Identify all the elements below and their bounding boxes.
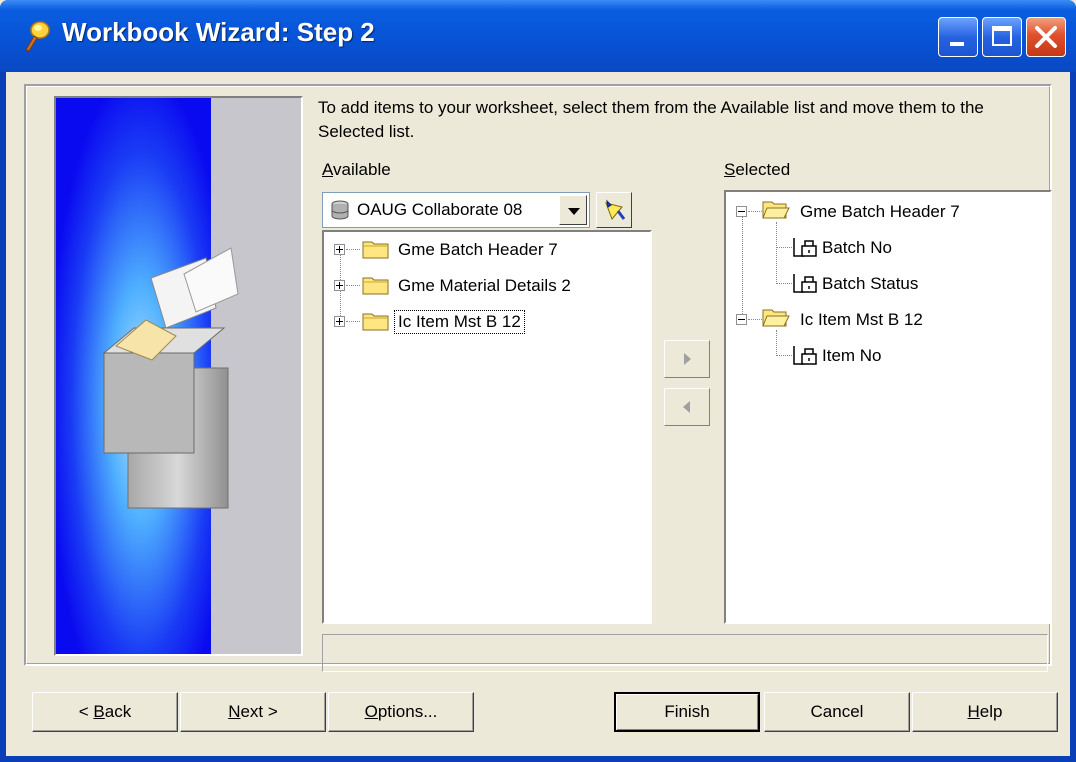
minimize-button[interactable] — [938, 17, 978, 57]
wizard-illustration — [54, 96, 303, 656]
minimize-icon — [950, 42, 964, 46]
instructions-text: To add items to your worksheet, select t… — [318, 98, 984, 141]
remove-from-selected-button[interactable] — [664, 388, 710, 426]
tree-node-selected-folder-1[interactable]: Gme Batch Header 7 — [726, 198, 1044, 226]
tree-item-selected-2[interactable]: Batch Status — [726, 270, 1044, 298]
find-items-button[interactable] — [596, 192, 632, 228]
tree-item-selected-3[interactable]: Item No — [726, 342, 1044, 370]
next-button[interactable]: Next > — [180, 692, 326, 732]
business-area-value: OAUG Collaborate 08 — [357, 200, 523, 219]
expand-icon[interactable] — [334, 280, 345, 291]
wizard-window: Workbook Wizard: Step 2 To add items to … — [0, 0, 1076, 762]
chevron-down-icon[interactable] — [559, 195, 587, 225]
flashlight-icon — [605, 199, 626, 220]
collapse-icon[interactable] — [736, 314, 747, 325]
dialog-body: To add items to your worksheet, select t… — [6, 72, 1070, 756]
item-icon — [793, 346, 817, 365]
open-folder-icon — [762, 309, 790, 327]
maximize-button[interactable] — [982, 17, 1022, 57]
close-icon — [1035, 26, 1057, 48]
folder-icon — [362, 313, 389, 331]
selected-tree[interactable]: Gme Batch Header 7 Batch No Batch Status… — [724, 190, 1052, 624]
expand-icon[interactable] — [334, 244, 345, 255]
expand-icon[interactable] — [334, 316, 345, 327]
selected-label: Selected — [724, 160, 791, 179]
folder-icon — [362, 241, 389, 259]
status-bar — [322, 634, 1048, 672]
finish-button[interactable]: Finish — [614, 692, 760, 732]
database-icon — [331, 200, 349, 220]
title-bar[interactable]: Workbook Wizard: Step 2 — [0, 0, 1076, 72]
available-tree[interactable]: Gme Batch Header 7 Gme Material Details … — [322, 230, 652, 624]
back-button[interactable]: < Back — [32, 692, 178, 732]
arrow-right-icon — [684, 353, 691, 365]
tree-item-selected-1[interactable]: Batch No — [726, 234, 1044, 262]
close-button[interactable] — [1026, 17, 1066, 57]
item-icon — [793, 274, 817, 293]
file-cabinet-image — [56, 98, 301, 654]
item-icon — [793, 238, 817, 257]
collapse-icon[interactable] — [736, 206, 747, 217]
tree-node-selected-folder-2[interactable]: Ic Item Mst B 12 — [726, 306, 1044, 334]
tree-node-available-1[interactable]: Gme Batch Header 7 — [324, 236, 644, 264]
tree-node-available-3[interactable]: Ic Item Mst B 12 — [324, 308, 644, 336]
add-to-selected-button[interactable] — [664, 340, 710, 378]
options-button[interactable]: Options... — [328, 692, 474, 732]
folder-icon — [362, 277, 389, 295]
business-area-dropdown[interactable]: OAUG Collaborate 08 — [322, 192, 590, 228]
tree-node-available-2[interactable]: Gme Material Details 2 — [324, 272, 644, 300]
app-flame-icon — [25, 21, 50, 52]
arrow-left-icon — [683, 401, 690, 413]
wizard-panel: To add items to your worksheet, select t… — [24, 84, 1052, 672]
help-button[interactable]: Help — [912, 692, 1058, 732]
window-title: Workbook Wizard: Step 2 — [62, 17, 375, 47]
maximize-icon — [992, 26, 1012, 46]
open-folder-icon — [762, 201, 790, 219]
cancel-button[interactable]: Cancel — [764, 692, 910, 732]
available-label: Available — [322, 160, 391, 179]
